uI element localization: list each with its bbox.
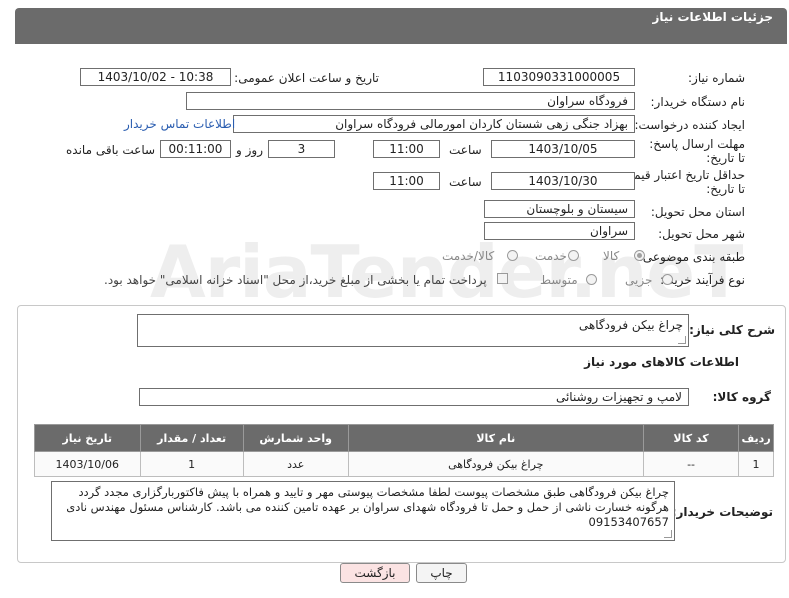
summary-textarea: چراغ بیکن فرودگاهی: [137, 314, 689, 347]
col-header-quantity: تعداد / مقدار: [139, 424, 244, 452]
back-button[interactable]: بازگشت: [340, 563, 410, 583]
process-radio-minor[interactable]: [662, 274, 673, 285]
reply-time-label: ساعت: [449, 143, 482, 157]
category-radio-goods-service[interactable]: [507, 250, 518, 261]
remaining-time-label: ساعت باقی مانده: [66, 143, 156, 157]
category-radio-goods[interactable]: [634, 250, 645, 261]
announce-datetime-label: تاریخ و ساعت اعلان عمومی:: [234, 71, 379, 85]
goods-table-container: ردیف کد کالا نام کالا واحد شمارش تعداد /…: [34, 424, 774, 477]
col-header-row-num: ردیف: [738, 424, 774, 452]
goods-group-field: لامپ و تجهیزات روشنائی: [139, 388, 689, 406]
summary-label: شرح کلی نیاز:: [689, 323, 775, 337]
table-row: 1 -- چراغ بیکن فرودگاهی عدد 1 1403/10/06: [34, 451, 774, 477]
reply-date-field: 1403/10/05: [491, 140, 635, 158]
category-option-goods-service: کالا/خدمت: [442, 249, 495, 263]
goods-table: ردیف کد کالا نام کالا واحد شمارش تعداد /…: [34, 424, 774, 477]
need-number-label: شماره نیاز:: [688, 71, 745, 85]
table-header-row: ردیف کد کالا نام کالا واحد شمارش تعداد /…: [34, 424, 774, 452]
summary-text: چراغ بیکن فرودگاهی: [578, 318, 683, 332]
cell-item-name: چراغ بیکن فرودگاهی: [347, 451, 644, 477]
print-button[interactable]: چاپ: [416, 563, 467, 583]
category-option-goods: کالا: [603, 249, 620, 263]
buyer-notes-textarea: چراغ بیکن فرودگاهی طبق مشخصات پیوست لطفا…: [51, 481, 675, 541]
price-validity-label: حداقل تاریخ اعتبار قیمت: تا تاریخ:: [618, 168, 745, 196]
resize-handle-icon[interactable]: [678, 336, 686, 344]
province-label: استان محل تحویل:: [650, 205, 745, 219]
buyer-org-field: فرودگاه سراوان: [186, 92, 635, 110]
process-option-minor: جزیی: [625, 273, 653, 287]
city-field: سراوان: [484, 222, 635, 240]
buyer-contact-link[interactable]: اطلاعات تماس خریدار: [124, 117, 235, 131]
watermark-logo: AriaTender.neT: [150, 230, 743, 314]
col-header-unit: واحد شمارش: [242, 424, 349, 452]
cell-quantity: 1: [139, 451, 244, 477]
price-time-label: ساعت: [449, 175, 482, 189]
remaining-time-field: 00:11:00: [160, 140, 231, 158]
process-option-medium: متوسط: [540, 273, 578, 287]
col-header-need-date: تاریخ نیاز: [34, 424, 141, 452]
announce-datetime-field: 1403/10/02 - 10:38: [80, 68, 231, 86]
requester-label: ایجاد کننده درخواست:: [634, 118, 745, 132]
need-number-field: 1103090331000005: [483, 68, 635, 86]
province-field: سیستان و بلوچستان: [484, 200, 635, 218]
cell-row-num: 1: [738, 451, 774, 477]
treasury-payment-checkbox[interactable]: [497, 273, 508, 284]
buyer-notes-label: توضیحات خریدار:: [671, 505, 773, 519]
goods-info-title: اطلاعات کالاهای مورد نیاز: [584, 355, 739, 369]
reply-deadline-label: مهلت ارسال پاسخ: تا تاریخ:: [649, 137, 745, 165]
price-time-field: 11:00: [373, 172, 440, 190]
requester-field: بهزاد جنگی زهی شستان کاردان امورمالی فرو…: [233, 115, 635, 133]
buyer-org-label: نام دستگاه خریدار:: [650, 95, 746, 109]
category-option-service: خدمت: [535, 249, 567, 263]
col-header-item-code: کد کالا: [642, 424, 740, 452]
cell-unit: عدد: [242, 451, 349, 477]
city-label: شهر محل تحویل:: [658, 227, 745, 241]
process-radio-medium[interactable]: [586, 274, 597, 285]
resize-handle-icon[interactable]: [664, 530, 672, 538]
cell-item-code: --: [642, 451, 740, 477]
treasury-payment-note: پرداخت تمام یا بخشی از مبلغ خرید،از محل …: [104, 273, 487, 287]
days-label: روز و: [236, 143, 263, 157]
category-label: طبقه بندی موضوعی:: [638, 250, 745, 264]
col-header-item-name: نام کالا: [347, 424, 644, 452]
price-date-field: 1403/10/30: [491, 172, 635, 190]
page-title: جزئیات اطلاعات نیاز: [652, 10, 773, 24]
days-remaining-field: 3: [268, 140, 335, 158]
buyer-notes-text: چراغ بیکن فرودگاهی طبق مشخصات پیوست لطفا…: [66, 485, 669, 529]
goods-group-label: گروه کالا:: [712, 390, 771, 404]
category-radio-service[interactable]: [568, 250, 579, 261]
cell-need-date: 1403/10/06: [34, 451, 141, 477]
reply-time-field: 11:00: [373, 140, 440, 158]
